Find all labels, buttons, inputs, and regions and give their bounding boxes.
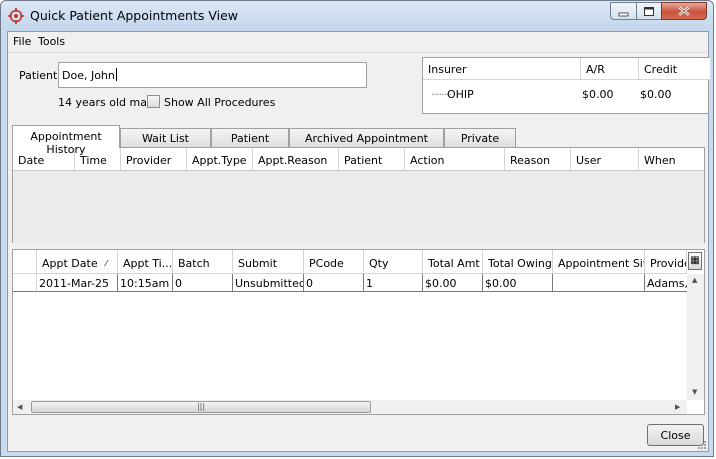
tab-wait-list-history[interactable]: Wait List History (120, 128, 211, 158)
tab-patient-orders[interactable]: Patient Orders (211, 128, 289, 158)
show-all-procedures-checkbox[interactable] (147, 95, 160, 108)
col-appointment-site[interactable]: Appointment Site (553, 250, 645, 274)
app-window: Quick Patient Appointments View File Too… (0, 0, 714, 457)
horizontal-scroll-thumb[interactable]: ||| (31, 401, 371, 413)
menu-tools[interactable]: Tools (38, 35, 65, 48)
show-all-procedures-label[interactable]: Show All Procedures (164, 96, 275, 109)
insurer-table: Insurer A/R Credit ········ OHIP $0.00 $… (422, 57, 710, 114)
col-appt-date[interactable]: Appt Date ⁄ (37, 250, 118, 274)
window-close-button[interactable] (661, 2, 707, 20)
col-pcode[interactable]: PCode (304, 250, 364, 274)
col-qty[interactable]: Qty (364, 250, 423, 274)
insurer-ar-value: $0.00 (582, 88, 614, 101)
col-patient[interactable]: Patient (339, 148, 405, 170)
tab-archived-appointment-history[interactable]: Archived Appointment History (289, 128, 444, 158)
insurer-header[interactable]: Insurer (423, 58, 581, 80)
cell-batch[interactable]: 0 (173, 274, 233, 292)
col-when[interactable]: When (639, 148, 704, 170)
patient-info: 14 years old male (58, 96, 157, 109)
sort-ascending-icon: ⁄ (105, 259, 107, 268)
resize-grip-icon[interactable] (696, 439, 706, 449)
tab-appointment-history[interactable]: Appointment History (12, 125, 120, 156)
col-submit[interactable]: Submit (233, 250, 304, 274)
patient-label: Patient (19, 69, 58, 82)
col-reason[interactable]: Reason (505, 148, 571, 170)
patient-field[interactable]: Doe, John (58, 62, 367, 88)
col-appt-type[interactable]: Appt.Type (187, 148, 253, 170)
minimize-icon (618, 12, 629, 17)
scroll-down-icon[interactable]: ▼ (692, 388, 697, 396)
insurer-name[interactable]: OHIP (447, 88, 474, 101)
col-user[interactable]: User (571, 148, 639, 170)
maximize-icon (644, 7, 654, 16)
cell-qty[interactable]: 1 (364, 274, 423, 292)
appointment-history-table: Date Time Provider Appt.Type Appt.Reason… (12, 147, 705, 243)
row-header[interactable] (13, 274, 37, 292)
billing-table: Appt Date ⁄ Appt Ti... Batch Submit PCode… (12, 249, 705, 415)
cell-appt-date[interactable]: 2011-Mar-25 (37, 274, 118, 292)
col-action[interactable]: Action (405, 148, 505, 170)
col-provider[interactable]: Provide (645, 250, 687, 274)
window-title: Quick Patient Appointments View (30, 8, 239, 23)
horizontal-scrollbar[interactable]: ◀ ||| ▶ (13, 400, 687, 414)
cell-provider[interactable]: Adams, (645, 274, 687, 292)
credit-header[interactable]: Credit (639, 58, 710, 80)
text-caret (115, 68, 117, 81)
crosshair-icon (8, 8, 24, 24)
scroll-right-icon[interactable]: ▶ (675, 403, 680, 411)
cell-total-amt[interactable]: $0.00 (423, 274, 483, 292)
cell-pcode[interactable]: 0 (304, 274, 364, 292)
patient-name-value: Doe, John (62, 69, 115, 82)
minimize-button[interactable] (610, 2, 637, 20)
col-appt-time[interactable]: Appt Ti... (118, 250, 173, 274)
menu-bar: File Tools (8, 32, 708, 53)
appointment-history-body (13, 170, 704, 243)
cell-total-owing[interactable]: $0.00 (483, 274, 553, 292)
col-batch[interactable]: Batch (173, 250, 233, 274)
col-provider[interactable]: Provider (121, 148, 187, 170)
cell-submit[interactable]: Unsubmitted (233, 274, 304, 292)
row-header-corner (13, 250, 37, 274)
vertical-scrollbar[interactable]: ▲ ▼ (687, 274, 704, 400)
insurer-credit-value: $0.00 (640, 88, 672, 101)
close-icon (678, 5, 690, 17)
cell-appt-time[interactable]: 10:15am (118, 274, 173, 292)
tab-private-billing[interactable]: Private Billing (444, 128, 516, 158)
scroll-up-icon[interactable]: ▲ (692, 276, 697, 284)
col-appt-reason[interactable]: Appt.Reason (253, 148, 339, 170)
column-selector-icon[interactable]: ▦ (688, 252, 702, 270)
title-bar[interactable]: Quick Patient Appointments View (1, 1, 713, 31)
scroll-left-icon[interactable]: ◀ (17, 403, 22, 411)
cell-appointment-site[interactable] (553, 274, 645, 292)
maximize-button[interactable] (636, 2, 662, 20)
ar-header[interactable]: A/R (581, 58, 639, 80)
dialog-content: File Tools Patient Doe, John 14 years ol… (7, 31, 710, 452)
tab-bar: Appointment History Wait List History Pa… (12, 125, 704, 158)
col-total-amt[interactable]: Total Amt (423, 250, 483, 274)
menu-file[interactable]: File (13, 35, 31, 48)
col-total-owing[interactable]: Total Owing (483, 250, 553, 274)
col-appt-date-label: Appt Date (42, 257, 98, 270)
